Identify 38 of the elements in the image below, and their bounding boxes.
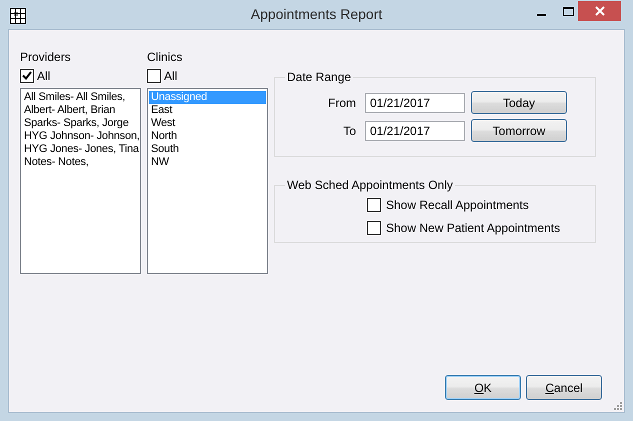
list-item[interactable]: HYG Jones- Jones, Tina	[22, 143, 139, 156]
group-title: Web Sched Appointments Only	[286, 178, 454, 192]
checkbox-label: Show New Patient Appointments	[386, 220, 560, 236]
list-item[interactable]: Notes- Notes,	[22, 156, 139, 169]
list-item[interactable]: North	[149, 130, 266, 143]
checkbox[interactable]	[367, 220, 381, 234]
grid-icon	[10, 8, 26, 24]
list-title: Providers	[20, 50, 72, 64]
list-item[interactable]: Sparks- Sparks, Jorge	[22, 117, 139, 130]
dialog-button[interactable]: Cancel	[526, 375, 602, 400]
date-field[interactable]: 01/21/2017	[365, 120, 465, 140]
close-button[interactable]	[578, 1, 621, 21]
list-item[interactable]: East	[149, 104, 266, 117]
list-item[interactable]: NW	[149, 156, 266, 169]
field-label: From	[327, 94, 356, 112]
checkbox[interactable]	[20, 68, 34, 82]
date-field[interactable]: 01/21/2017	[365, 92, 465, 112]
date-button[interactable]: Today	[471, 91, 567, 114]
date-button[interactable]: Tomorrow	[471, 119, 567, 142]
list-item[interactable]: All Smiles- All Smiles,	[22, 91, 139, 104]
window-title: Appointments Report	[250, 5, 382, 24]
resize-grip-icon[interactable]	[613, 401, 622, 410]
dialog-button[interactable]: OK	[445, 375, 521, 400]
list-item[interactable]: Albert- Albert, Brian	[22, 104, 139, 117]
checkbox-label: All	[164, 68, 178, 84]
list-item[interactable]: HYG Johnson- Johnson,	[22, 130, 139, 143]
checkbox[interactable]	[147, 68, 161, 82]
list-item[interactable]: West	[149, 117, 266, 130]
list-item[interactable]: South	[149, 143, 266, 156]
minimize-icon	[536, 14, 546, 16]
field-label: To	[342, 122, 356, 140]
maximize-icon	[562, 6, 574, 16]
checkbox-label: All	[37, 68, 50, 84]
checkbox-label: Show Recall Appointments	[386, 196, 529, 214]
close-icon	[594, 6, 604, 16]
group-title: Date Range	[286, 70, 352, 84]
list-title: Clinics	[147, 50, 184, 64]
checkbox[interactable]	[367, 198, 381, 212]
